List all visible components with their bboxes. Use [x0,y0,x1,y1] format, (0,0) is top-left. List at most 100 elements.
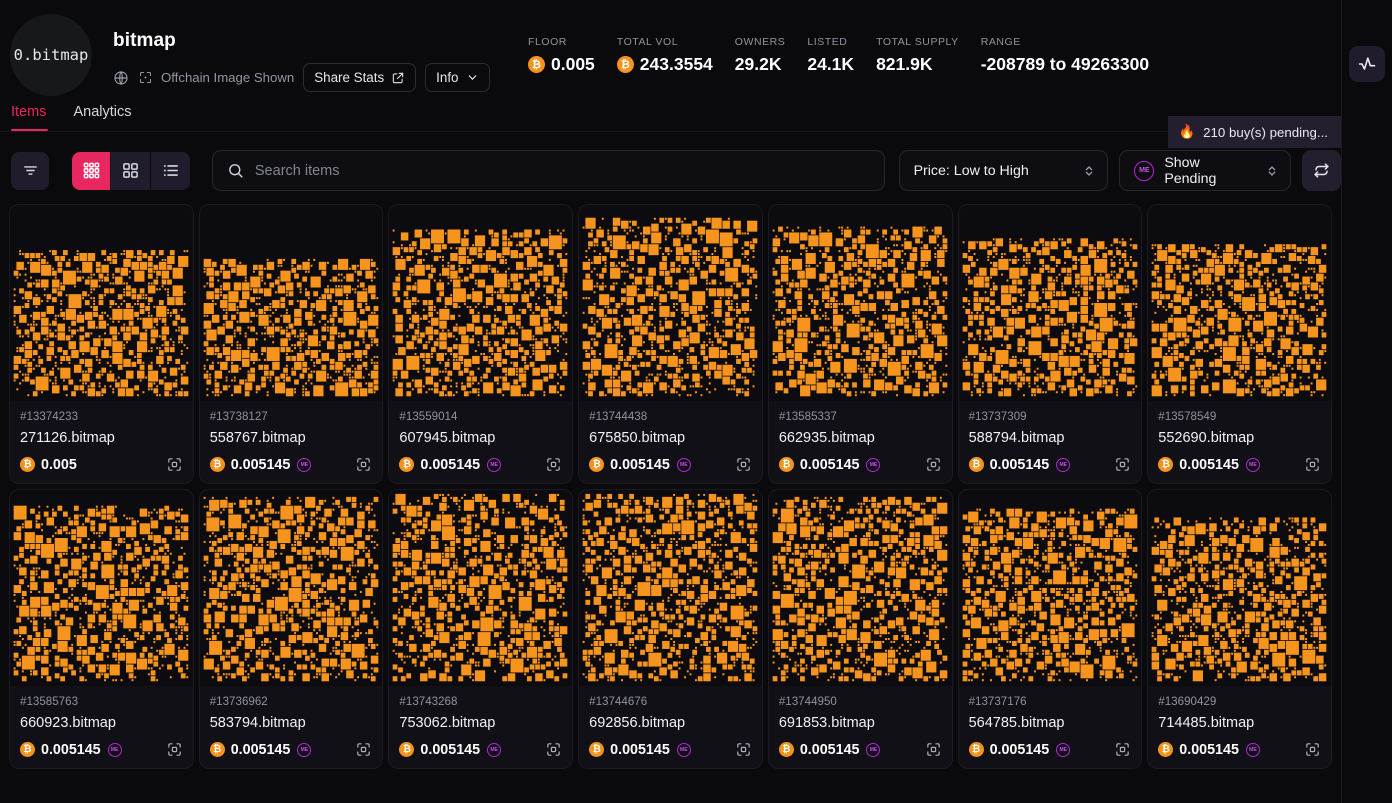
bitmap-artwork [10,490,193,686]
view-grid-large-button[interactable] [111,152,150,190]
info-button[interactable]: Info [425,63,489,92]
add-to-cart-icon[interactable] [1304,456,1321,473]
add-to-cart-icon[interactable] [925,456,942,473]
item-card-footer: ₿0.005145ME [399,456,562,473]
item-price: 0.005145 [990,457,1050,473]
stat-label: TOTAL SUPPLY [876,36,959,48]
item-card-body: #13744438675850.bitmap₿0.005145ME [579,401,762,483]
chevron-updown-icon [1266,164,1278,178]
add-to-cart-icon[interactable] [166,741,183,758]
collection-meta-row: Offchain Image Shown Share Stats Info [113,63,490,92]
magic-eden-logo-icon: ME [866,458,880,472]
item-name: 675850.bitmap [589,430,752,446]
activity-panel-button[interactable] [1349,46,1385,82]
share-stats-button[interactable]: Share Stats [303,63,416,92]
item-card[interactable]: #13737309588794.bitmap₿0.005145ME [958,204,1143,484]
item-thumbnail[interactable] [10,490,193,686]
bitcoin-icon: ₿ [969,742,984,757]
item-inscription-id: #13744950 [779,695,942,708]
item-card-footer: ₿0.005145ME [1158,741,1321,758]
add-to-cart-icon[interactable] [1304,741,1321,758]
add-to-cart-icon[interactable] [1114,741,1131,758]
stat-owners: OWNERS29.2K [735,36,786,75]
item-card[interactable]: #13690429714485.bitmap₿0.005145ME [1147,489,1332,769]
item-thumbnail[interactable] [769,205,952,401]
tab-analytics[interactable]: Analytics [73,104,131,131]
item-card-body: #13736962583794.bitmap₿0.005145ME [200,686,383,768]
item-card-body: #13690429714485.bitmap₿0.005145ME [1148,686,1331,768]
offchain-image-indicator[interactable]: Offchain Image Shown [138,70,294,85]
add-to-cart-icon[interactable] [1114,456,1131,473]
item-thumbnail[interactable] [1148,205,1331,401]
page-title: bitmap [113,30,490,52]
item-card[interactable]: #13744950691853.bitmap₿0.005145ME [768,489,953,769]
item-name: 662935.bitmap [779,430,942,446]
stat-number: 29.2K [735,54,782,75]
stat-number: 243.3554 [640,54,713,75]
bitcoin-icon: ₿ [20,457,35,472]
item-card-footer: ₿0.005145ME [20,741,183,758]
add-to-cart-icon[interactable] [735,741,752,758]
item-card[interactable]: #13585337662935.bitmap₿0.005145ME [768,204,953,484]
add-to-cart-icon[interactable] [545,456,562,473]
bitmap-artwork [389,490,572,686]
bitcoin-icon: ₿ [1158,457,1173,472]
item-card[interactable]: #13744676692856.bitmap₿0.005145ME [578,489,763,769]
item-card[interactable]: #13559014607945.bitmap₿0.005145ME [388,204,573,484]
item-card[interactable]: #13578549552690.bitmap₿0.005145ME [1147,204,1332,484]
stat-number: 24.1K [807,54,854,75]
stat-value: -208789 to 49263300 [981,54,1149,75]
add-to-cart-icon[interactable] [355,741,372,758]
item-card[interactable]: #13737176564785.bitmap₿0.005145ME [958,489,1143,769]
item-thumbnail[interactable] [579,205,762,401]
sort-select[interactable]: Price: Low to High [899,150,1109,191]
item-thumbnail[interactable] [579,490,762,686]
bitmap-artwork [200,490,383,686]
item-card[interactable]: #13736962583794.bitmap₿0.005145ME [199,489,384,769]
item-thumbnail[interactable] [1148,490,1331,686]
item-name: 691853.bitmap [779,715,942,731]
add-to-cart-icon[interactable] [166,456,183,473]
add-to-cart-icon[interactable] [355,456,372,473]
view-grid-small-button[interactable] [72,152,111,190]
item-name: 660923.bitmap [20,715,183,731]
view-list-button[interactable] [151,152,190,190]
item-price: 0.005145 [800,457,860,473]
tab-items[interactable]: Items [11,104,46,131]
bitcoin-icon: ₿ [20,742,35,757]
item-thumbnail[interactable] [769,490,952,686]
item-card-body: #13585337662935.bitmap₿0.005145ME [769,401,952,483]
item-card-footer: ₿0.005145ME [779,456,942,473]
search-input[interactable] [255,163,870,179]
item-card[interactable]: #13744438675850.bitmap₿0.005145ME [578,204,763,484]
magic-eden-logo-icon: ME [297,458,311,472]
pending-buys-badge[interactable]: 🔥 210 buy(s) pending... [1168,116,1342,148]
items-grid: #13374233271126.bitmap₿0.005#13738127558… [0,191,1341,769]
globe-icon[interactable] [113,70,129,86]
magic-eden-logo-icon: ME [1246,743,1260,757]
item-thumbnail[interactable] [959,205,1142,401]
item-inscription-id: #13585337 [779,410,942,423]
add-to-cart-icon[interactable] [925,741,942,758]
item-card[interactable]: #13743268753062.bitmap₿0.005145ME [388,489,573,769]
item-thumbnail[interactable] [10,205,193,401]
magic-eden-logo-icon: ME [487,458,501,472]
item-card-footer: ₿0.005145ME [589,456,752,473]
refresh-button[interactable] [1302,150,1341,191]
item-card[interactable]: #13738127558767.bitmap₿0.005145ME [199,204,384,484]
add-to-cart-icon[interactable] [545,741,562,758]
filter-toggle-button[interactable] [11,152,49,190]
stat-label: TOTAL VOL [617,36,713,48]
item-thumbnail[interactable] [389,205,572,401]
item-thumbnail[interactable] [200,490,383,686]
add-to-cart-icon[interactable] [735,456,752,473]
item-thumbnail[interactable] [389,490,572,686]
item-inscription-id: #13736962 [210,695,373,708]
item-card-footer: ₿0.005145ME [969,741,1132,758]
pending-filter-select[interactable]: ME Show Pending [1119,150,1290,191]
item-thumbnail[interactable] [200,205,383,401]
item-thumbnail[interactable] [959,490,1142,686]
item-card[interactable]: #13585763660923.bitmap₿0.005145ME [9,489,194,769]
share-external-icon [391,71,405,85]
item-card[interactable]: #13374233271126.bitmap₿0.005 [9,204,194,484]
